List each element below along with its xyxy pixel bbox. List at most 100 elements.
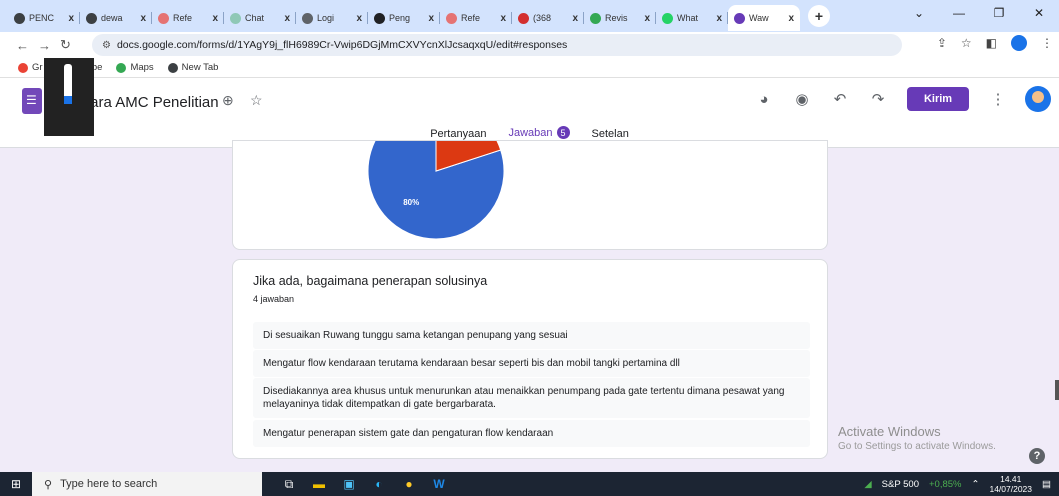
stock-chart-icon: ◢ bbox=[864, 478, 872, 490]
help-icon[interactable]: ? bbox=[1029, 448, 1045, 464]
account-avatar[interactable] bbox=[1025, 86, 1051, 112]
tab-title: Waw bbox=[749, 13, 769, 23]
scrollbar-thumb[interactable] bbox=[1055, 380, 1059, 400]
tab-title: Chat bbox=[245, 13, 265, 23]
tray-overflow-icon[interactable]: ⌃ bbox=[972, 479, 980, 490]
bookmark-label: New Tab bbox=[181, 62, 219, 73]
send-button[interactable]: Kirim bbox=[907, 87, 969, 111]
more-options-icon[interactable]: ⋮ bbox=[979, 90, 1017, 108]
taskbar-search[interactable]: ⚲ Type here to search bbox=[32, 472, 262, 496]
response-count: 4 jawaban bbox=[253, 294, 295, 304]
palette-icon[interactable]: ◕ bbox=[745, 91, 783, 108]
url-bar[interactable]: ⚙ docs.google.com/forms/d/1YAgY9j_flH698… bbox=[92, 34, 902, 56]
tab-close-icon[interactable]: x bbox=[644, 13, 650, 24]
tab-title: Logi bbox=[317, 13, 335, 23]
reload-icon[interactable]: ↻ bbox=[60, 37, 82, 53]
browser-tab[interactable]: dewa x bbox=[80, 5, 152, 31]
share-icon[interactable]: ⇪ bbox=[937, 36, 947, 50]
browser-tab[interactable]: (368 x bbox=[512, 5, 584, 31]
tab-favicon-icon bbox=[734, 12, 745, 24]
browser-tab[interactable]: Logi x bbox=[296, 5, 368, 31]
browser-menu-icon[interactable]: ⋮ bbox=[1041, 36, 1053, 50]
browser-tab[interactable]: What x bbox=[656, 5, 728, 31]
word-icon[interactable]: W bbox=[428, 475, 450, 493]
forms-header: ancara AMC Penelitian ⊕ ☆ ◕ ◉ ↶ ↷ Kirim … bbox=[0, 78, 1059, 148]
tab-close-icon[interactable]: x bbox=[572, 13, 578, 24]
maps-icon bbox=[116, 62, 127, 73]
browser-tab[interactable]: Refe x bbox=[440, 5, 512, 31]
task-view-icon[interactable]: ⧉ bbox=[278, 475, 300, 493]
close-window-icon[interactable]: ✕ bbox=[1019, 0, 1059, 32]
tab-favicon-icon bbox=[518, 12, 529, 24]
new-tab-button[interactable]: + bbox=[808, 5, 830, 27]
forms-logo-icon[interactable] bbox=[22, 88, 42, 114]
move-to-folder-icon[interactable]: ⊕ bbox=[222, 92, 234, 109]
star-icon[interactable]: ☆ bbox=[250, 92, 263, 109]
tab-title: Peng bbox=[389, 13, 411, 23]
site-info-icon[interactable]: ⚙ bbox=[102, 40, 111, 51]
profile-avatar[interactable] bbox=[1011, 35, 1027, 51]
side-panel-icon[interactable]: ◧ bbox=[986, 36, 997, 50]
redo-icon[interactable]: ↷ bbox=[859, 90, 897, 108]
tab-responses-label: Jawaban bbox=[508, 126, 553, 139]
answer-item: Mengatur penerapan sistem gate dan penga… bbox=[253, 420, 810, 447]
volume-overlay bbox=[44, 58, 94, 136]
activate-windows-subtitle: Go to Settings to activate Windows. bbox=[838, 441, 996, 452]
bookmarks-bar: GrouTubeMapsNew Tab bbox=[0, 58, 1059, 78]
clock-date: 14/07/2023 bbox=[989, 484, 1033, 494]
answer-item: Di sesuaikan Ruwang tunggu sama ketangan… bbox=[253, 322, 810, 349]
globe-icon bbox=[167, 62, 178, 73]
system-tray: ◢ S&P 500 +0,85% ⌃ 14.41 14/07/2023 ▤ bbox=[864, 472, 1059, 496]
browser-tab[interactable]: Refe x bbox=[152, 5, 224, 31]
tab-close-icon[interactable]: x bbox=[356, 13, 362, 24]
browser-tab[interactable]: Peng x bbox=[368, 5, 440, 31]
store-icon[interactable]: ▣ bbox=[338, 475, 360, 493]
undo-icon[interactable]: ↶ bbox=[821, 90, 859, 108]
tab-close-icon[interactable]: x bbox=[500, 13, 506, 24]
tab-close-icon[interactable]: x bbox=[212, 13, 218, 24]
minimize-icon[interactable]: — bbox=[939, 0, 979, 32]
activate-windows-title: Activate Windows bbox=[838, 424, 941, 439]
chrome-icon[interactable]: ● bbox=[398, 475, 420, 493]
clock[interactable]: 14.41 14/07/2023 bbox=[989, 474, 1032, 494]
bookmark-item[interactable]: Maps bbox=[116, 62, 154, 73]
tab-close-icon[interactable]: x bbox=[788, 13, 794, 24]
tab-favicon-icon bbox=[158, 12, 169, 24]
gmail-icon bbox=[18, 62, 28, 73]
tab-favicon-icon bbox=[590, 12, 601, 24]
browser-tab[interactable]: Waw x bbox=[728, 5, 800, 31]
bookmark-star-icon[interactable]: ☆ bbox=[961, 36, 972, 50]
windows-start-icon[interactable]: ⊞ bbox=[0, 477, 32, 491]
browser-tab[interactable]: Chat x bbox=[224, 5, 296, 31]
stock-name[interactable]: S&P 500 bbox=[882, 479, 919, 490]
tab-close-icon[interactable]: x bbox=[428, 13, 434, 24]
tab-close-icon[interactable]: x bbox=[140, 13, 146, 24]
tab-search-icon[interactable]: ⌄ bbox=[899, 0, 939, 32]
tab-close-icon[interactable]: x bbox=[68, 13, 74, 24]
tab-title: What bbox=[677, 13, 699, 23]
tab-title: Refe bbox=[461, 13, 481, 23]
pie-slice-label: 80% bbox=[403, 198, 419, 207]
browser-tab[interactable]: PENC x bbox=[8, 5, 80, 31]
tab-title: (368 bbox=[533, 13, 552, 23]
file-explorer-icon[interactable]: ▬ bbox=[308, 475, 330, 493]
question-title: Jika ada, bagaimana penerapan solusinya bbox=[253, 274, 488, 288]
tab-close-icon[interactable]: x bbox=[716, 13, 722, 24]
taskbar-search-placeholder: Type here to search bbox=[60, 478, 158, 490]
back-icon[interactable]: ← bbox=[16, 38, 38, 53]
responses-count-badge: 5 bbox=[556, 126, 570, 139]
browser-tab[interactable]: Revis x bbox=[584, 5, 656, 31]
preview-eye-icon[interactable]: ◉ bbox=[783, 90, 821, 108]
tab-questions-label: Pertanyaan bbox=[430, 128, 487, 140]
windows-taskbar: ⊞ ⚲ Type here to search ⧉ ▬ ▣ ◐ ● W ◢ S&… bbox=[0, 472, 1059, 496]
clock-time: 14.41 bbox=[1000, 474, 1022, 484]
answer-item: Mengatur flow kendaraan terutama kendara… bbox=[253, 350, 810, 377]
notifications-icon[interactable]: ▤ bbox=[1042, 479, 1051, 490]
question-card: Jika ada, bagaimana penerapan solusinya … bbox=[232, 259, 828, 459]
bookmark-item[interactable]: New Tab bbox=[167, 62, 219, 73]
forward-icon[interactable]: → bbox=[38, 38, 60, 53]
bookmark-item[interactable]: Gr bbox=[18, 62, 43, 73]
tab-close-icon[interactable]: x bbox=[284, 13, 290, 24]
edge-icon[interactable]: ◐ bbox=[368, 475, 390, 493]
restore-icon[interactable]: ❐ bbox=[979, 0, 1019, 32]
